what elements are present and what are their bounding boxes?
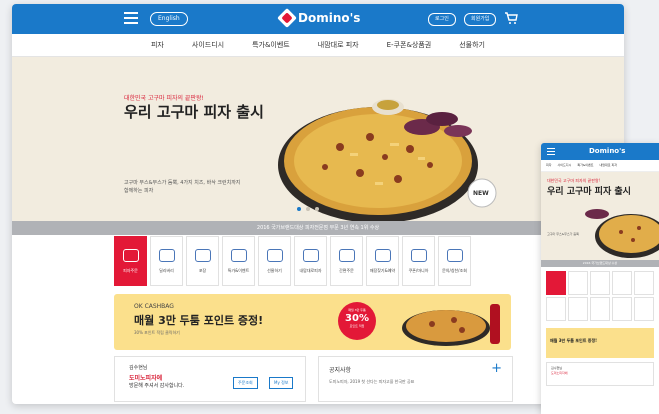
mobile-pizza-image xyxy=(585,209,659,258)
mobile-quick-menu xyxy=(541,267,659,325)
signup-button[interactable]: 회원가입 xyxy=(464,13,497,26)
nav-item-event[interactable]: 특가&이벤트 xyxy=(252,34,290,56)
mobile-preview: Domino's 피자 사이드디시 특가&이벤트 내맘대로 피자 대한민국 고구… xyxy=(541,143,659,414)
user-name: 김수현님 xyxy=(129,365,148,371)
event-icon xyxy=(230,249,247,262)
promo-pizza-image xyxy=(402,304,500,346)
hero-description: 고구마 무스&무스가 듬뿍, 4가지 치즈, 바삭 크런치까지 함께하는 피자 xyxy=(124,180,241,194)
welcome-highlight: 도미노피자에 xyxy=(129,375,163,382)
nav-item-pizza[interactable]: 피자 xyxy=(151,34,164,56)
mobile-quick-item[interactable] xyxy=(612,271,632,295)
inquiry-icon xyxy=(446,249,463,262)
brand-name: Domino's xyxy=(298,11,361,25)
notice-title: 공지사항 xyxy=(329,367,352,374)
notice-panel: 공지사항 도미노피자, 2019 첫 선다는 피자고을 한국판 공표 + xyxy=(318,356,513,402)
coupon-icon xyxy=(410,249,427,262)
quick-coupon[interactable]: 쿠폰/마니아 xyxy=(402,236,435,286)
mobile-quick-item[interactable] xyxy=(590,271,610,295)
hamburger-menu-icon[interactable] xyxy=(124,12,138,24)
promo-badge: 매월 3만 두툼 30% 포인트 적립 xyxy=(338,302,376,340)
carousel-indicator[interactable] xyxy=(297,207,319,211)
custom-pizza-icon xyxy=(302,249,319,262)
nav-item-custom[interactable]: 내맘대로 피자 xyxy=(318,34,359,56)
quick-event[interactable]: 특가&이벤트 xyxy=(222,236,255,286)
language-button[interactable]: English xyxy=(150,12,188,26)
mobile-quick-item[interactable] xyxy=(612,297,632,321)
hero-banner[interactable]: 대한민국 고구마 피자의 끝판왕! 우리 고구마 피자 출시 고구마 무스&무스… xyxy=(12,57,624,221)
mobile-quick-item[interactable] xyxy=(546,297,566,321)
mobile-quick-item[interactable] xyxy=(568,297,588,321)
mobile-brand[interactable]: Domino's xyxy=(589,147,625,155)
nav-item-gift[interactable]: 선물하기 xyxy=(459,34,485,56)
promo-title: 매월 3만 두툼 포인트 증정! xyxy=(134,314,264,327)
mobile-menu-icon[interactable] xyxy=(547,148,555,155)
hero-title: 우리 고구마 피자 출시 xyxy=(124,103,264,121)
delivery-icon xyxy=(158,249,175,262)
my-info-button[interactable]: My 정보 xyxy=(269,377,294,389)
quick-takeout[interactable]: 포장 xyxy=(186,236,219,286)
main-nav: 피자 사이드디시 특가&이벤트 내맘대로 피자 E-쿠폰&상품권 선물하기 xyxy=(12,34,624,57)
store-icon xyxy=(374,249,391,262)
quick-custom-pizza[interactable]: 내맘대로피자 xyxy=(294,236,327,286)
promo-banner[interactable]: OK CASHBAG 매월 3만 두툼 포인트 증정! 30% 포인트 적립 클… xyxy=(114,294,511,350)
mobile-quick-item[interactable] xyxy=(590,297,610,321)
quick-order-icon xyxy=(338,249,355,262)
mobile-notice-strip: 2016 국가브랜드대상 수상 xyxy=(541,260,659,267)
quick-menu: 피자주문 딜리버리 포장 특가&이벤트 선물하기 내맘대로피자 간편주문 매장찾… xyxy=(114,236,471,286)
quick-delivery[interactable]: 딜리버리 xyxy=(150,236,183,286)
mobile-hero-desc: 고구마 무스&무스가 듬뿍 xyxy=(547,232,579,236)
plus-icon[interactable]: + xyxy=(491,361,502,376)
mobile-welcome-text: 도미노피자에 xyxy=(551,371,568,375)
mobile-user-name: 김수현님 xyxy=(551,366,563,370)
mobile-nav-event[interactable]: 특가&이벤트 xyxy=(577,160,593,171)
promo-sub: OK CASHBAG xyxy=(134,303,174,310)
quick-inquiry[interactable]: 문의/칭찬/조회 xyxy=(438,236,471,286)
mobile-hero-title: 우리 고구마 피자 출시 xyxy=(547,187,631,197)
new-badge: NEW xyxy=(473,190,489,197)
quick-store[interactable]: 매장찾기&예약 xyxy=(366,236,399,286)
mobile-promo-title: 매월 3만 두툼 포인트 증정! xyxy=(550,338,597,343)
brand-logo[interactable]: Domino's xyxy=(277,8,361,28)
top-header: English Domino's 로그인 회원가입 xyxy=(12,4,624,34)
notice-item[interactable]: 도미노피자, 2019 첫 선다는 피자고을 한국판 공표 xyxy=(329,379,414,385)
welcome-panel: 김수현님 도미노피자에 방문해 주셔서 감사합니다. 주문조회 My 정보 xyxy=(114,356,306,402)
mobile-header: Domino's xyxy=(541,143,659,160)
notice-strip: 2016 국가브랜드대상 피자전문점 부문 3년 연속 1위 수상 xyxy=(12,221,624,235)
takeout-icon xyxy=(194,249,211,262)
gift-icon xyxy=(266,249,283,262)
welcome-line: 방문해 주셔서 감사합니다. xyxy=(129,383,185,389)
promo-note: 30% 포인트 적립 클릭하기 xyxy=(134,330,180,335)
mobile-quick-item[interactable] xyxy=(568,271,588,295)
quick-pizza-order[interactable]: 피자주문 xyxy=(114,236,147,286)
pizza-icon xyxy=(122,249,139,262)
quick-gift[interactable]: 선물하기 xyxy=(258,236,291,286)
mobile-nav-pizza[interactable]: 피자 xyxy=(546,160,552,171)
quick-easy-order[interactable]: 간편주문 xyxy=(330,236,363,286)
mobile-promo-banner[interactable]: 매월 3만 두툼 포인트 증정! xyxy=(546,328,654,358)
nav-item-side[interactable]: 사이드디시 xyxy=(192,34,224,56)
mobile-quick-item[interactable] xyxy=(546,271,566,295)
mobile-quick-item[interactable] xyxy=(634,297,654,321)
login-button[interactable]: 로그인 xyxy=(428,13,456,26)
mobile-hero[interactable]: 대한민국 고구마 피자의 끝판왕! 우리 고구마 피자 출시 고구마 무스&무스… xyxy=(541,172,659,260)
nav-item-coupon[interactable]: E-쿠폰&상품권 xyxy=(387,34,432,56)
pizza-image: NEW xyxy=(270,87,510,221)
mobile-welcome: 김수현님 도미노피자에 xyxy=(546,362,654,386)
order-lookup-button[interactable]: 주문조회 xyxy=(233,377,258,389)
mobile-nav-custom[interactable]: 내맘대로 피자 xyxy=(599,160,617,171)
domino-logo-icon xyxy=(277,8,297,28)
cart-icon[interactable] xyxy=(504,12,518,25)
mobile-quick-item[interactable] xyxy=(634,271,654,295)
mobile-nav-side[interactable]: 사이드디시 xyxy=(558,160,572,171)
mobile-nav: 피자 사이드디시 특가&이벤트 내맘대로 피자 xyxy=(541,160,659,172)
